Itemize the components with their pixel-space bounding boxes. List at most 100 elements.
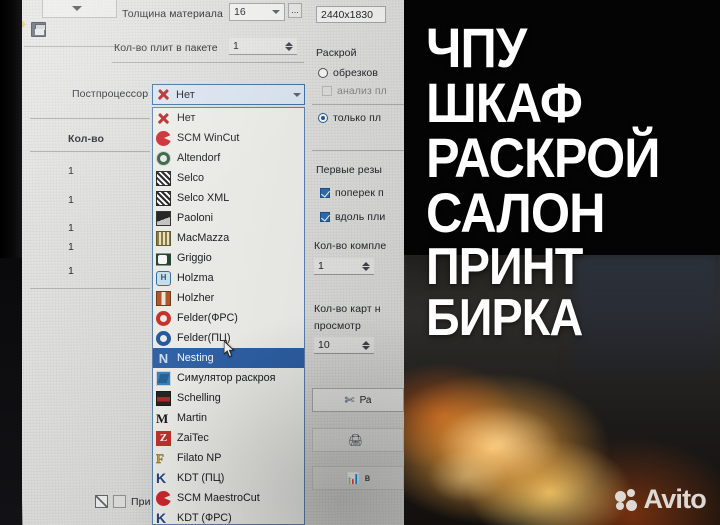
radio-button-selected-icon[interactable] xyxy=(318,113,328,123)
material-thickness-combobox[interactable]: 16 xyxy=(229,3,285,21)
monitor-bezel-bottom xyxy=(0,258,22,525)
selco-logo-icon xyxy=(156,190,171,206)
sets-count-label: Кол-во компле xyxy=(314,240,387,252)
dropdown-option[interactable]: Нет xyxy=(153,108,304,128)
dropdown-option[interactable]: M Martin xyxy=(153,408,304,428)
sheet-size-field[interactable]: 2440x1830 xyxy=(316,6,386,23)
mouse-cursor-icon xyxy=(224,341,235,358)
spinner-arrows-icon[interactable] xyxy=(285,41,293,51)
dropdown-option-label: Paoloni xyxy=(177,212,214,224)
dropdown-option-label: KDT (ПЦ) xyxy=(177,472,225,484)
spinner-arrows-icon[interactable] xyxy=(362,261,370,271)
screenshot-root: Толщина материала 16 ... Кол-во плит в п… xyxy=(0,0,720,525)
checkbox-across[interactable]: поперек п xyxy=(320,187,384,199)
checkbox-along[interactable]: вдоль пли xyxy=(320,211,385,223)
dropdown-option[interactable]: Paoloni xyxy=(153,208,304,228)
printer-icon: 🖨 xyxy=(347,433,364,447)
dropdown-option[interactable]: Griggio xyxy=(153,248,304,268)
checkbox-diagonal-icon[interactable] xyxy=(95,495,108,508)
cut-button[interactable]: ✄ Ра xyxy=(312,388,404,412)
dropdown-option-label: Holzher xyxy=(177,292,215,304)
dropdown-option-label: Griggio xyxy=(177,252,212,264)
checkbox-checked-icon[interactable] xyxy=(320,212,330,222)
table-row[interactable]: 1 xyxy=(68,194,74,206)
save-button[interactable] xyxy=(31,22,46,37)
dropdown-option[interactable]: F Filato NP xyxy=(153,448,304,468)
radio-offcuts[interactable]: обрезков xyxy=(318,67,378,79)
radio-offcuts-label: обрезков xyxy=(333,67,379,79)
postprocessor-dropdown-list[interactable]: Нет SCM WinCut Altendorf Selco Selco XML Paol… xyxy=(152,107,305,525)
first-cuts-label: Первые резы xyxy=(316,164,383,176)
avito-wordmark: Avito xyxy=(643,484,707,514)
report-button[interactable]: 📊 в xyxy=(312,466,404,490)
dropdown-option[interactable]: Schelling xyxy=(153,388,304,408)
checkbox-checked-icon[interactable] xyxy=(320,188,330,198)
table-top-rule xyxy=(30,118,150,119)
bottom-checkbox-group[interactable]: При xyxy=(95,495,151,508)
checkbox-analysis: анализ пл xyxy=(322,85,387,97)
dropdown-option[interactable]: Felder(ФРС) xyxy=(153,308,304,328)
red-x-icon xyxy=(156,87,171,102)
bottom-checkbox-label: При xyxy=(131,495,151,508)
checkbox-grey-icon[interactable] xyxy=(113,495,126,508)
table-row[interactable]: 1 xyxy=(68,265,74,277)
dropdown-option[interactable]: H Holzma xyxy=(153,268,304,288)
dropdown-option[interactable]: K KDT (ФРС) xyxy=(153,508,304,524)
table-row[interactable]: 1 xyxy=(68,241,74,253)
material-thickness-more-button[interactable]: ... xyxy=(288,3,302,18)
filato-logo-icon: F xyxy=(156,450,164,466)
felder-blue-icon xyxy=(156,330,171,346)
ad-headline-line: РАСКРОЙ xyxy=(426,126,660,190)
griggio-logo-icon xyxy=(156,253,171,266)
material-thickness-value: 16 xyxy=(234,6,246,18)
table-row[interactable]: 1 xyxy=(68,222,74,234)
cut-button-label: Ра xyxy=(359,394,372,406)
holzma-logo-icon: H xyxy=(156,270,171,286)
dropdown-option[interactable]: MacMazza xyxy=(153,228,304,248)
cards-count-spinner[interactable]: 10 xyxy=(314,337,374,354)
dropdown-option-label: KDT (ФРС) xyxy=(177,512,232,524)
chevron-down-icon[interactable] xyxy=(72,6,82,11)
dropdown-option[interactable]: K KDT (ПЦ) xyxy=(153,468,304,488)
martin-logo-icon: M xyxy=(156,410,169,426)
radio-button-icon[interactable] xyxy=(318,68,328,78)
dropdown-option-label: Martin xyxy=(177,412,207,424)
kdt-logo-icon: K xyxy=(156,469,167,486)
dropdown-option[interactable]: Altendorf xyxy=(153,148,304,168)
avito-dots-icon xyxy=(614,488,637,511)
radio-only-plates-label: только пл xyxy=(333,112,382,124)
print-button[interactable]: 🖨 xyxy=(312,428,404,452)
ad-headline-line: САЛОН xyxy=(426,181,606,245)
dropdown-option-label: Нет xyxy=(177,112,196,124)
red-x-icon xyxy=(156,111,171,126)
table-bottom-rule xyxy=(30,288,150,289)
chevron-down-icon[interactable] xyxy=(272,10,280,14)
postprocessor-label: Постпроцессор xyxy=(72,88,149,100)
dropdown-option-label: ZaiTec xyxy=(177,432,209,444)
dropdown-option[interactable]: SCM MaestroCut xyxy=(153,488,304,508)
zaitec-logo-icon: Z xyxy=(156,430,171,446)
cnc-software-photo: Толщина материала 16 ... Кол-во плит в п… xyxy=(0,0,404,525)
plates-in-pack-spinner[interactable]: 1 xyxy=(229,38,297,55)
selco-logo-icon xyxy=(156,170,171,186)
dropdown-option[interactable]: Selco xyxy=(153,168,304,188)
dropdown-option[interactable]: Selco XML xyxy=(153,188,304,208)
dropdown-option-label: Filato NP xyxy=(177,452,222,464)
radio-only-plates[interactable]: только пл xyxy=(318,112,381,124)
checkbox-analysis-label: анализ пл xyxy=(337,85,387,97)
dropdown-option-label: Schelling xyxy=(177,392,221,404)
ad-headline-line: ПРИНТ xyxy=(426,237,583,296)
sheet-size-value: 2440x1830 xyxy=(321,8,373,21)
dropdown-option[interactable]: SCM WinCut xyxy=(153,128,304,148)
table-row[interactable]: 1 xyxy=(68,165,74,177)
dropdown-option[interactable]: Z ZaiTec xyxy=(153,428,304,448)
postprocessor-combobox[interactable]: Нет xyxy=(152,84,305,105)
sets-count-spinner[interactable]: 1 xyxy=(314,258,374,275)
cut-group-label: Раскрой xyxy=(316,47,357,59)
dropdown-option[interactable]: Holzher xyxy=(153,288,304,308)
dropdown-option-label: Симулятор раскроя xyxy=(177,372,276,384)
checkbox-icon xyxy=(322,86,332,96)
dropdown-option[interactable]: Симулятор раскроя xyxy=(153,368,304,388)
spinner-arrows-icon[interactable] xyxy=(362,340,370,350)
chevron-down-icon[interactable] xyxy=(293,92,301,97)
